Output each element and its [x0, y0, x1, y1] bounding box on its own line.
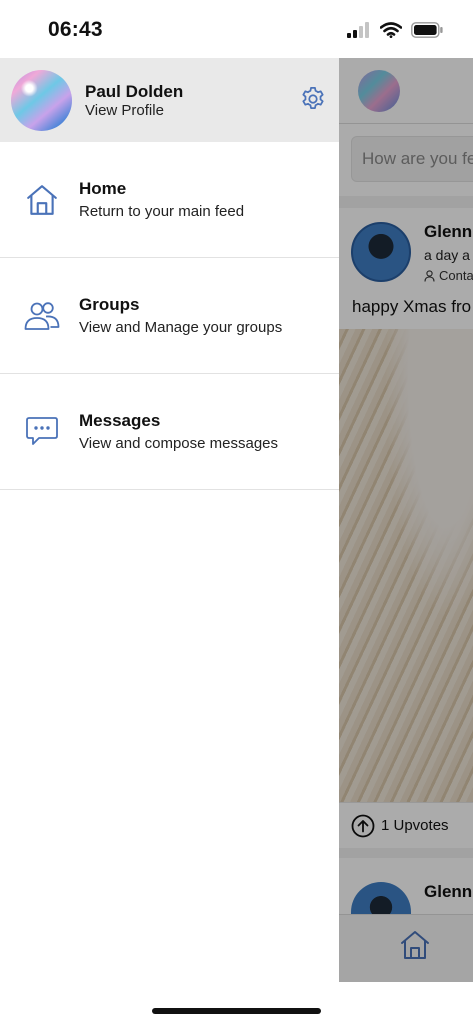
background-feed: How are you feeling? Glenn a day a Conta…: [339, 58, 473, 982]
menu-item-title: Home: [79, 179, 127, 198]
menu-item-subtitle: View and compose messages: [79, 435, 278, 452]
menu-item-groups[interactable]: Groups View and Manage your groups: [0, 258, 339, 374]
side-drawer: Paul Dolden View Profile Home Return to …: [0, 58, 339, 982]
menu-item-title: Messages: [79, 411, 161, 430]
home-icon: [27, 185, 57, 215]
gear-icon: [302, 87, 324, 109]
profile-name: Paul Dolden: [85, 82, 184, 101]
home-indicator[interactable]: [152, 1008, 321, 1014]
signal-icon: [347, 22, 369, 38]
settings-button[interactable]: [296, 82, 330, 116]
groups-icon: [24, 302, 60, 330]
menu-item-title: Groups: [79, 295, 140, 314]
view-profile-link[interactable]: View Profile: [85, 102, 164, 119]
menu-home-icon-wrap: [24, 182, 60, 218]
status-time: 06:43: [48, 18, 103, 41]
menu-item-home[interactable]: Home Return to your main feed: [0, 142, 339, 258]
profile-avatar[interactable]: [11, 70, 72, 131]
menu-messages-icon-wrap: [24, 414, 60, 450]
menu-groups-icon-wrap: [24, 298, 60, 334]
menu-item-messages[interactable]: Messages View and compose messages: [0, 374, 339, 490]
menu-item-subtitle: Return to your main feed: [79, 203, 245, 220]
messages-icon: [26, 417, 58, 445]
menu-item-subtitle: View and Manage your groups: [79, 319, 283, 336]
status-icons: [347, 22, 443, 38]
wifi-icon: [380, 22, 402, 38]
battery-icon: [411, 22, 443, 38]
drawer-scrim[interactable]: [339, 58, 473, 982]
profile-header[interactable]: Paul Dolden View Profile: [0, 58, 339, 142]
status-bar: 06:43: [0, 0, 473, 58]
